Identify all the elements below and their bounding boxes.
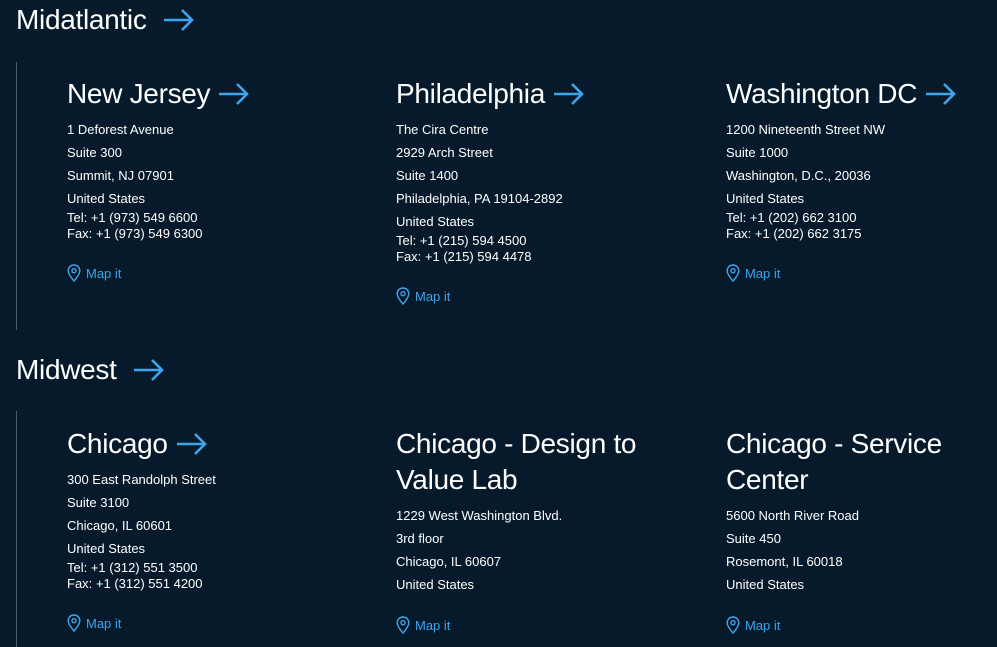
address-line: Suite 300 xyxy=(67,145,122,160)
office-card-chicago-service-center: Chicago - Service Center 5600 North Rive… xyxy=(726,426,991,634)
address-line: 2929 Arch Street xyxy=(396,145,493,160)
address-line: United States xyxy=(396,577,475,592)
address-block: 1229 West Washington Blvd. 3rd floor Chi… xyxy=(396,504,696,596)
tel-line: Tel: +1 (973) 549 6600 xyxy=(67,210,198,225)
address-line: Rosemont, IL 60018 xyxy=(726,554,843,569)
office-name[interactable]: Chicago - Service Center xyxy=(726,428,942,495)
address-block: The Cira Centre 2929 Arch Street Suite 1… xyxy=(396,118,696,233)
tel-line: Tel: +1 (312) 551 3500 xyxy=(67,560,198,575)
address-block: 300 East Randolph Street Suite 3100 Chic… xyxy=(67,468,367,560)
office-card-chicago-design-to-value-lab: Chicago - Design to Value Lab 1229 West … xyxy=(396,426,696,634)
address-block: 1200 Nineteenth Street NW Suite 1000 Was… xyxy=(726,118,991,210)
map-pin-icon xyxy=(396,616,410,634)
map-it-label[interactable]: Map it xyxy=(745,618,780,633)
tel-line: Tel: +1 (202) 662 3100 xyxy=(726,210,857,225)
map-it-label[interactable]: Map it xyxy=(415,289,450,304)
map-pin-icon xyxy=(726,616,740,634)
office-card-washington-dc: Washington DC 1200 Nineteenth Street NW … xyxy=(726,76,991,282)
office-name[interactable]: Washington DC xyxy=(726,76,917,112)
map-it-link[interactable]: Map it xyxy=(396,287,696,305)
address-line: United States xyxy=(726,191,805,206)
address-block: 1 Deforest Avenue Suite 300 Summit, NJ 0… xyxy=(67,118,367,210)
map-pin-icon xyxy=(67,264,81,282)
address-line: The Cira Centre xyxy=(396,122,489,137)
map-it-label[interactable]: Map it xyxy=(745,266,780,281)
address-line: 3rd floor xyxy=(396,531,444,546)
region-title-midatlantic[interactable]: Midatlantic xyxy=(16,6,195,34)
map-it-link[interactable]: Map it xyxy=(67,264,367,282)
fax-line: Fax: +1 (312) 551 4200 xyxy=(67,576,203,591)
map-it-label[interactable]: Map it xyxy=(86,616,121,631)
arrow-right-icon[interactable] xyxy=(163,9,195,31)
region-title-midwest[interactable]: Midwest xyxy=(16,356,165,384)
map-pin-icon xyxy=(396,287,410,305)
address-line: 1200 Nineteenth Street NW xyxy=(726,122,885,137)
office-title-link[interactable]: Washington DC xyxy=(726,76,991,112)
map-it-link[interactable]: Map it xyxy=(726,616,991,634)
contact-block: Tel: +1 (312) 551 3500 Fax: +1 (312) 551… xyxy=(67,560,367,592)
office-title-link[interactable]: Chicago xyxy=(67,426,367,462)
arrow-right-icon[interactable] xyxy=(218,83,250,105)
arrow-right-icon[interactable] xyxy=(925,83,957,105)
contact-block: Tel: +1 (973) 549 6600 Fax: +1 (973) 549… xyxy=(67,210,367,242)
map-it-label[interactable]: Map it xyxy=(415,618,450,633)
office-name[interactable]: Chicago - Design to Value Lab xyxy=(396,428,637,495)
fax-line: Fax: +1 (215) 594 4478 xyxy=(396,249,532,264)
map-pin-icon xyxy=(67,614,81,632)
address-line: Suite 1400 xyxy=(396,168,459,183)
contact-block: Tel: +1 (202) 662 3100 Fax: +1 (202) 662… xyxy=(726,210,991,242)
map-it-link[interactable]: Map it xyxy=(67,614,367,632)
office-title-link[interactable]: Chicago - Design to Value Lab xyxy=(396,426,666,498)
map-it-label[interactable]: Map it xyxy=(86,266,121,281)
address-line: 300 East Randolph Street xyxy=(67,472,216,487)
office-title-link[interactable]: Chicago - Service Center xyxy=(726,426,966,498)
address-line: United States xyxy=(726,577,805,592)
region-title-label[interactable]: Midatlantic xyxy=(16,6,147,34)
contact-block: Tel: +1 (215) 594 4500 Fax: +1 (215) 594… xyxy=(396,233,696,265)
address-line: Summit, NJ 07901 xyxy=(67,168,174,183)
office-name[interactable]: Philadelphia xyxy=(396,76,545,112)
fax-line: Fax: +1 (973) 549 6300 xyxy=(67,226,203,241)
office-card-philadelphia: Philadelphia The Cira Centre 2929 Arch S… xyxy=(396,76,696,305)
address-line: Chicago, IL 60607 xyxy=(396,554,502,569)
office-name[interactable]: Chicago xyxy=(67,426,168,462)
tel-line: Tel: +1 (215) 594 4500 xyxy=(396,233,527,248)
map-it-link[interactable]: Map it xyxy=(726,264,991,282)
address-line: 5600 North River Road xyxy=(726,508,859,523)
office-card-chicago: Chicago 300 East Randolph Street Suite 3… xyxy=(67,426,367,632)
office-card-new-jersey: New Jersey 1 Deforest Avenue Suite 300 S… xyxy=(67,76,367,282)
office-title-link[interactable]: Philadelphia xyxy=(396,76,696,112)
address-block: 5600 North River Road Suite 450 Rosemont… xyxy=(726,504,991,596)
address-line: Suite 450 xyxy=(726,531,781,546)
map-pin-icon xyxy=(726,264,740,282)
region-title-label[interactable]: Midwest xyxy=(16,356,117,384)
office-name[interactable]: New Jersey xyxy=(67,76,211,112)
region-divider xyxy=(16,62,17,330)
arrow-right-icon[interactable] xyxy=(133,359,165,381)
fax-line: Fax: +1 (202) 662 3175 xyxy=(726,226,862,241)
address-line: Chicago, IL 60601 xyxy=(67,518,173,533)
address-line: United States xyxy=(67,541,146,556)
map-it-link[interactable]: Map it xyxy=(396,616,696,634)
address-line: United States xyxy=(67,191,146,206)
address-line: United States xyxy=(396,214,475,229)
address-line: Philadelphia, PA 19104-2892 xyxy=(396,191,563,206)
address-line: 1229 West Washington Blvd. xyxy=(396,508,563,523)
arrow-right-icon[interactable] xyxy=(553,83,585,105)
region-divider xyxy=(16,411,17,647)
arrow-right-icon[interactable] xyxy=(176,433,208,455)
office-title-link[interactable]: New Jersey xyxy=(67,76,367,112)
address-line: Suite 3100 xyxy=(67,495,130,510)
office-locations-page: Midatlantic New Jersey 1 Deforest Avenue… xyxy=(0,0,997,647)
address-line: Washington, D.C., 20036 xyxy=(726,168,871,183)
address-line: 1 Deforest Avenue xyxy=(67,122,174,137)
address-line: Suite 1000 xyxy=(726,145,789,160)
